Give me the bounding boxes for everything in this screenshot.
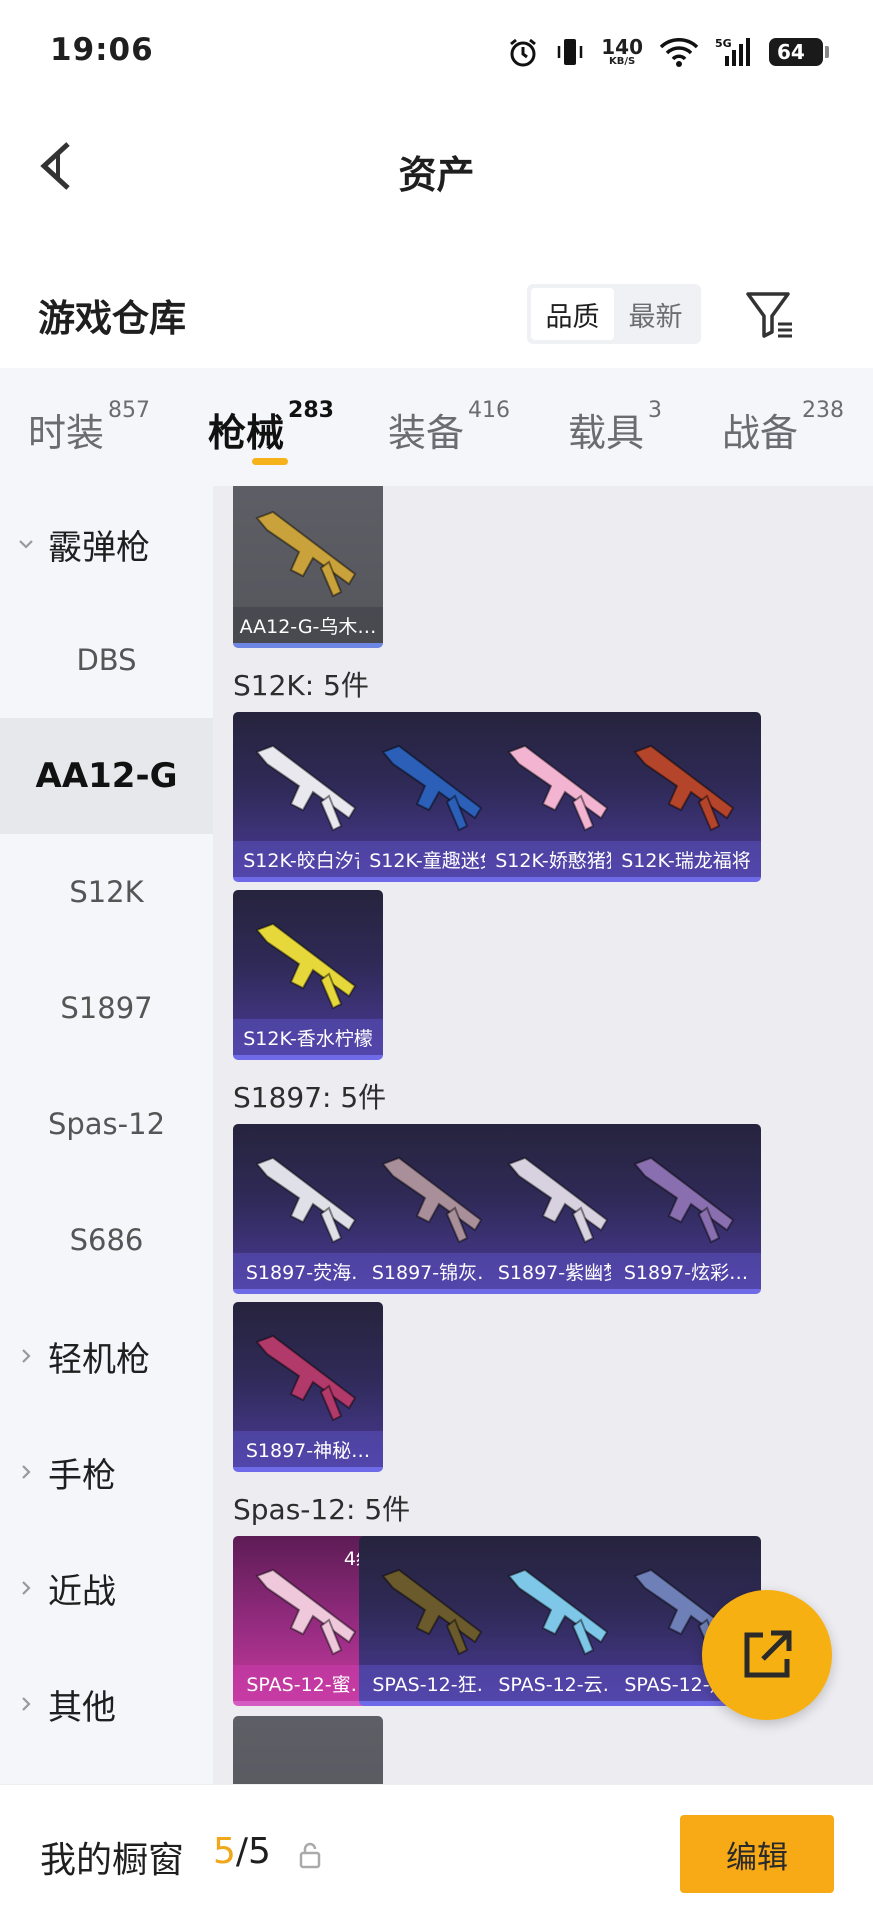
card-label: S1897-炫彩… bbox=[611, 1253, 761, 1289]
sidebar-item-label: 轻机枪 bbox=[48, 1339, 150, 1380]
nav-bar: 资产 bbox=[0, 104, 873, 224]
share-button[interactable] bbox=[702, 1590, 832, 1720]
active-tab-indicator bbox=[252, 458, 288, 465]
sidebar-item-label: DBS bbox=[76, 643, 137, 677]
sort-toggle: 品质 最新 bbox=[527, 284, 701, 344]
battery-icon: 64 bbox=[769, 38, 829, 66]
chevron-right-icon bbox=[22, 1465, 31, 1479]
gun-icon bbox=[255, 510, 357, 598]
status-bar: 19:06 140 KB/S 5G 64 bbox=[0, 0, 873, 104]
sidebar-item-label: 霰弹枪 bbox=[48, 527, 150, 568]
sidebar-item-other[interactable]: 其他 bbox=[0, 1646, 213, 1762]
showcase-count: 5/5 bbox=[213, 1831, 271, 1872]
gun-icon bbox=[255, 1334, 357, 1422]
sidebar-item-label: S686 bbox=[69, 1223, 144, 1257]
gun-icon bbox=[507, 1568, 609, 1656]
weapon-skin-card[interactable]: S12K-香水柠檬 bbox=[233, 890, 383, 1060]
weapon-skin-card[interactable] bbox=[233, 1716, 383, 1784]
sidebar-item-shotgun[interactable]: 霰弹枪 bbox=[0, 486, 213, 602]
clock: 19:06 bbox=[50, 32, 154, 68]
sidebar-item-aa12g[interactable]: AA12-G bbox=[0, 718, 213, 834]
gun-icon bbox=[507, 1156, 609, 1244]
alarm-icon bbox=[510, 38, 537, 67]
sidebar-item-melee[interactable]: 近战 bbox=[0, 1530, 213, 1646]
weapon-sidebar: 霰弹枪 DBS AA12-G S12K S1897 Spas-12 S686 轻机枪手枪近战其… bbox=[0, 486, 213, 1784]
gun-icon bbox=[633, 744, 735, 832]
external-link-icon bbox=[744, 1630, 792, 1678]
filter-icon[interactable] bbox=[744, 288, 796, 340]
lock-icon bbox=[299, 1842, 321, 1869]
sidebar-item-s686[interactable]: S686 bbox=[0, 1182, 213, 1298]
card-label: S12K-瑞龙福将 bbox=[611, 841, 761, 877]
sidebar-item-label: 近战 bbox=[48, 1571, 116, 1612]
svg-text:5G: 5G bbox=[715, 37, 732, 50]
status-icons: 140 KB/S 5G 64 bbox=[507, 32, 829, 72]
sidebar-item-dbs[interactable]: DBS bbox=[0, 602, 213, 718]
sidebar-item-label: Spas-12 bbox=[47, 1107, 166, 1141]
sort-latest-button[interactable]: 最新 bbox=[614, 288, 697, 340]
gun-icon bbox=[381, 1156, 483, 1244]
sidebar-item-label: S12K bbox=[69, 875, 144, 909]
showcase-bar: 我的橱窗 5/5 编辑 bbox=[0, 1784, 873, 1920]
sidebar-item-label: 手枪 bbox=[48, 1455, 116, 1496]
weapon-grid: AA12-G-乌木… S12K: 5件 S12K-皎白汐音 S12K-童趣迷兔 S12K… bbox=[213, 486, 873, 1784]
tab-fashion[interactable]: 时装857 bbox=[28, 398, 150, 457]
showcase-label: 我的橱窗 bbox=[40, 1840, 185, 1881]
sidebar-item-spas12[interactable]: Spas-12 bbox=[0, 1066, 213, 1182]
gun-icon bbox=[381, 1568, 483, 1656]
weapon-skin-card[interactable]: S1897-神秘… bbox=[233, 1302, 383, 1472]
gun-icon bbox=[255, 922, 357, 1010]
warehouse-title: 游戏仓库 bbox=[38, 297, 186, 340]
tab-supplies[interactable]: 战备238 bbox=[722, 398, 844, 457]
sidebar-item-pistol[interactable]: 手枪 bbox=[0, 1414, 213, 1530]
card-label: AA12-G-乌木… bbox=[233, 607, 383, 643]
section-title: Spas-12: 5件 bbox=[233, 1493, 411, 1526]
tab-vehicles[interactable]: 载具3 bbox=[568, 398, 662, 457]
gun-icon bbox=[255, 1156, 357, 1244]
category-tabs: 时装857 枪械283 装备416 载具3 战备238 bbox=[0, 368, 873, 486]
weapon-skin-card[interactable]: AA12-G-乌木… bbox=[233, 486, 383, 648]
gun-icon bbox=[507, 744, 609, 832]
sort-quality-button[interactable]: 品质 bbox=[531, 288, 614, 340]
gun-icon bbox=[381, 744, 483, 832]
sidebar-item-label: S1897 bbox=[60, 991, 153, 1025]
section-title: S1897: 5件 bbox=[233, 1081, 387, 1114]
sidebar-item-label: 其他 bbox=[48, 1687, 116, 1728]
chevron-right-icon bbox=[22, 1349, 31, 1363]
warehouse-header: 游戏仓库 品质 最新 bbox=[0, 262, 873, 362]
chevron-down-icon bbox=[19, 540, 33, 549]
chevron-right-icon bbox=[22, 1581, 31, 1595]
sidebar-item-s12k[interactable]: S12K bbox=[0, 834, 213, 950]
edit-button[interactable]: 编辑 bbox=[680, 1815, 834, 1893]
card-label: S12K-香水柠檬 bbox=[233, 1019, 383, 1055]
section-title: S12K: 5件 bbox=[233, 669, 369, 702]
tab-equipment[interactable]: 装备416 bbox=[388, 398, 510, 457]
wifi-icon bbox=[659, 38, 699, 67]
weapon-skin-card[interactable]: S12K-瑞龙福将 bbox=[611, 712, 761, 882]
signal-icon: 5G bbox=[715, 37, 750, 66]
chevron-right-icon bbox=[22, 1697, 31, 1711]
card-label: S1897-神秘… bbox=[233, 1431, 383, 1467]
tab-guns[interactable]: 枪械283 bbox=[208, 398, 334, 457]
vibrate-icon bbox=[558, 39, 583, 65]
page-title: 资产 bbox=[398, 153, 475, 197]
sidebar-item-lmg[interactable]: 轻机枪 bbox=[0, 1298, 213, 1414]
gun-icon bbox=[255, 744, 357, 832]
gun-icon bbox=[633, 1156, 735, 1244]
network-speed: 140 KB/S bbox=[601, 35, 643, 67]
sidebar-item-s1897[interactable]: S1897 bbox=[0, 950, 213, 1066]
weapon-skin-card[interactable]: S1897-炫彩… bbox=[611, 1124, 761, 1294]
sidebar-item-label: AA12-G bbox=[35, 756, 178, 796]
